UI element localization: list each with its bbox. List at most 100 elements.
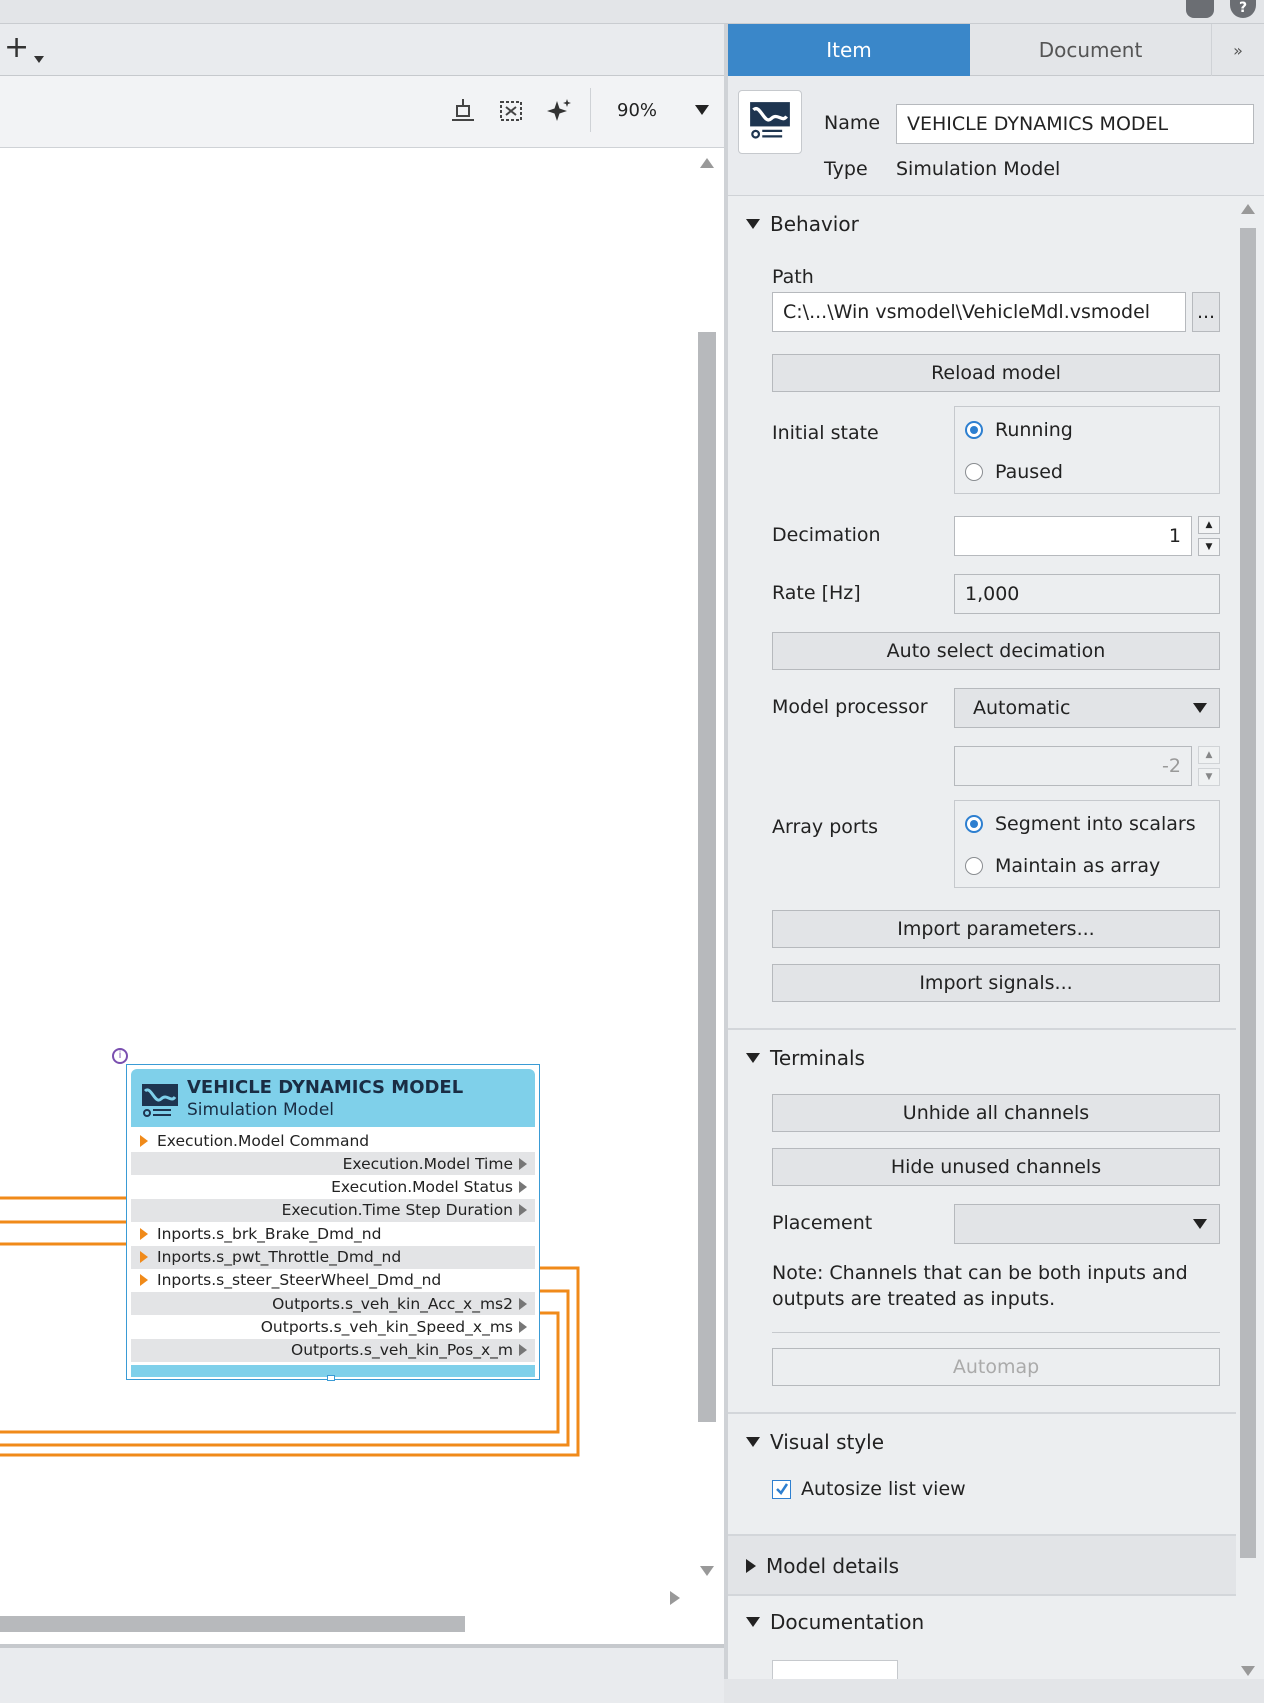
decimation-field[interactable]: 1 — [954, 516, 1192, 556]
browse-button[interactable]: ... — [1192, 292, 1220, 332]
unhide-all-channels-button[interactable]: Unhide all channels — [772, 1094, 1220, 1132]
port-row[interactable]: Execution.Model Command — [131, 1129, 535, 1152]
placement-select[interactable] — [954, 1204, 1220, 1244]
behavior-section-header[interactable]: Behavior — [746, 212, 859, 236]
model-details-section[interactable]: Model details — [728, 1534, 1236, 1594]
name-field[interactable]: VEHICLE DYNAMICS MODEL — [896, 104, 1254, 144]
port-row[interactable]: Outports.s_veh_kin_Acc_x_ms2 — [131, 1292, 535, 1316]
radio-unchecked-icon — [965, 857, 983, 875]
zoom-dropdown-icon — [695, 105, 709, 115]
initial-state-group: Running Paused — [954, 406, 1220, 494]
model-processor-label: Model processor — [772, 696, 928, 718]
output-port-icon[interactable] — [519, 1157, 527, 1170]
model-details-title: Model details — [766, 1554, 900, 1578]
chat-icon[interactable] — [1186, 0, 1214, 18]
port-label: Outports.s_veh_kin_Pos_x_m — [291, 1341, 513, 1360]
port-row[interactable]: Execution.Model Status — [131, 1176, 535, 1199]
help-icon[interactable]: ? — [1230, 0, 1256, 18]
decimation-label: Decimation — [772, 524, 881, 546]
documentation-section-header[interactable]: Documentation — [746, 1610, 924, 1634]
fit-vertical-icon[interactable] — [446, 94, 480, 128]
model-details-header[interactable]: Model details — [746, 1554, 899, 1578]
auto-layout-icon[interactable] — [542, 94, 576, 128]
add-tab-dropdown-icon[interactable] — [34, 56, 44, 63]
running-radio[interactable]: Running — [965, 419, 1073, 441]
input-port-icon[interactable] — [140, 1251, 148, 1263]
output-port-icon[interactable] — [519, 1320, 527, 1333]
output-port-icon[interactable] — [519, 1297, 527, 1310]
zoom-select[interactable]: 90% — [590, 88, 720, 132]
scroll-up-icon[interactable] — [700, 158, 714, 168]
vertical-scrollbar[interactable] — [698, 332, 716, 1422]
port-row[interactable]: Outports.s_veh_kin_Pos_x_m — [131, 1338, 535, 1362]
port-row[interactable]: Inports.s_steer_SteerWheel_Dmd_nd — [131, 1269, 535, 1292]
reload-model-button[interactable]: Reload model — [772, 354, 1220, 392]
resize-handle[interactable] — [327, 1375, 335, 1381]
output-port-icon[interactable] — [519, 1181, 527, 1194]
tab-item[interactable]: Item — [728, 24, 970, 76]
documentation-preview[interactable] — [772, 1660, 898, 1679]
expand-icon — [746, 1559, 756, 1573]
checkbox-checked-icon — [772, 1479, 791, 1499]
port-label: Inports.s_brk_Brake_Dmd_nd — [157, 1224, 382, 1243]
spin-up-icon[interactable]: ▲ — [1198, 516, 1220, 534]
paused-radio[interactable]: Paused — [965, 461, 1063, 483]
scroll-down-icon[interactable] — [700, 1566, 714, 1576]
input-port-icon[interactable] — [140, 1274, 148, 1287]
port-label: Execution.Model Time — [342, 1154, 513, 1173]
collapse-icon — [746, 1053, 760, 1063]
radio-checked-icon — [965, 421, 983, 439]
info-icon[interactable]: i — [112, 1048, 128, 1064]
scroll-right-icon[interactable] — [670, 1591, 680, 1605]
port-row[interactable]: Outports.s_veh_kin_Speed_x_ms — [131, 1315, 535, 1338]
tab-document[interactable]: Document — [970, 24, 1212, 76]
input-port-icon[interactable] — [140, 1227, 148, 1240]
port-row[interactable]: Inports.s_brk_Brake_Dmd_nd — [131, 1222, 535, 1245]
properties-scrollbar[interactable] — [1238, 204, 1258, 1684]
block-title: VEHICLE DYNAMICS MODEL — [187, 1077, 464, 1098]
path-field[interactable]: C:\...\Win vsmodel\VehicleMdl.vsmodel — [772, 292, 1186, 332]
import-signals-button[interactable]: Import signals... — [772, 964, 1220, 1002]
hide-unused-channels-button[interactable]: Hide unused channels — [772, 1148, 1220, 1186]
rate-field: 1,000 — [954, 574, 1220, 614]
visual-style-title: Visual style — [770, 1430, 885, 1454]
fit-selection-icon[interactable] — [494, 94, 528, 128]
terminals-section-header[interactable]: Terminals — [746, 1046, 865, 1070]
horizontal-scrollbar[interactable] — [0, 1616, 465, 1632]
input-port-icon[interactable] — [140, 1134, 148, 1147]
auto-select-decimation-button[interactable]: Auto select decimation — [772, 632, 1220, 670]
maintain-radio[interactable]: Maintain as array — [965, 855, 1160, 877]
port-row[interactable]: Execution.Time Step Duration — [131, 1198, 535, 1222]
autosize-checkbox[interactable]: Autosize list view — [772, 1478, 966, 1500]
model-processor-value: Automatic — [973, 697, 1071, 719]
port-label: Outports.s_veh_kin_Speed_x_ms — [260, 1317, 513, 1336]
output-port-icon[interactable] — [519, 1344, 527, 1357]
radio-unchecked-icon — [965, 463, 983, 481]
processor-number-field: -2 — [954, 746, 1192, 786]
visual-style-section-header[interactable]: Visual style — [746, 1430, 884, 1454]
vehicle-dynamics-block[interactable]: VEHICLE DYNAMICS MODEL Simulation Model … — [126, 1064, 540, 1381]
segment-radio[interactable]: Segment into scalars — [965, 813, 1196, 835]
diagram-tab-bar: + — [0, 24, 724, 76]
zoom-value: 90% — [617, 99, 658, 121]
maintain-label: Maintain as array — [995, 855, 1161, 877]
scroll-thumb[interactable] — [1240, 228, 1256, 1558]
diagram-toolbar: 90% — [0, 76, 724, 148]
spin-down-icon[interactable]: ▼ — [1198, 538, 1220, 556]
diagram-canvas[interactable]: i VEHICLE DYNAMICS MODEL Simulation Mode… — [0, 148, 724, 1653]
import-parameters-button[interactable]: Import parameters... — [772, 910, 1220, 948]
block-subtitle: Simulation Model — [187, 1100, 334, 1120]
decimation-stepper[interactable]: ▲ ▼ — [1198, 516, 1220, 556]
add-tab-button[interactable]: + — [4, 30, 29, 65]
model-processor-select[interactable]: Automatic — [954, 688, 1220, 728]
tab-overflow-button[interactable]: » — [1212, 24, 1264, 76]
item-header: Name VEHICLE DYNAMICS MODEL Type Simulat… — [728, 76, 1264, 196]
output-port-icon[interactable] — [519, 1204, 527, 1217]
scroll-down-icon[interactable] — [1241, 1666, 1255, 1676]
port-row[interactable]: Execution.Model Time — [131, 1152, 535, 1176]
port-label: Execution.Model Command — [157, 1131, 370, 1150]
processor-stepper: ▲ ▼ — [1198, 746, 1220, 786]
scroll-up-icon[interactable] — [1241, 204, 1255, 214]
port-row[interactable]: Inports.s_pwt_Throttle_Dmd_nd — [131, 1245, 535, 1269]
behavior-title: Behavior — [770, 212, 859, 236]
